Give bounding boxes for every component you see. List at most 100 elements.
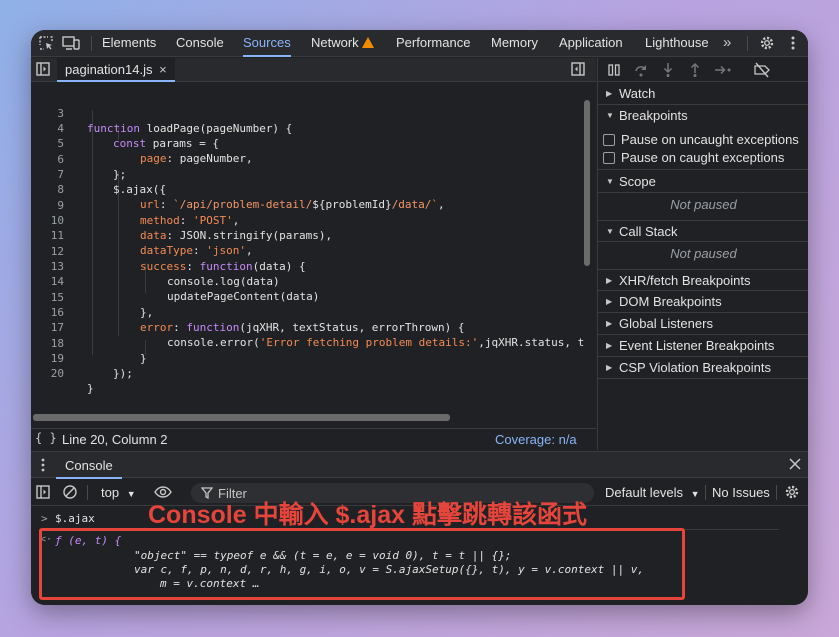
- tab-elements[interactable]: Elements: [102, 30, 156, 57]
- close-tab-icon[interactable]: ×: [159, 62, 167, 77]
- toolbar-divider: [747, 36, 748, 51]
- console-settings-gear-icon[interactable]: [784, 484, 800, 503]
- toggle-navigator-icon[interactable]: [34, 61, 51, 78]
- expand-triangle-icon: ▶: [606, 297, 613, 306]
- tab-console[interactable]: Console: [176, 30, 224, 57]
- code-line: 20 }: [31, 351, 94, 395]
- inspect-element-icon[interactable]: [37, 35, 54, 52]
- device-toolbar-icon[interactable]: [62, 35, 80, 52]
- editor-status-bar: { } Line 20, Column 2 Coverage: n/a: [31, 428, 596, 450]
- drawer-menu-icon[interactable]: [37, 457, 49, 476]
- code-line: 11 dataType: 'json',: [31, 213, 253, 257]
- section-label: Global Listeners: [619, 316, 713, 331]
- editor-vertical-scrollbar[interactable]: [584, 100, 590, 266]
- scope-section-header[interactable]: ▼ Scope: [598, 171, 808, 193]
- drawer-header: Console: [31, 451, 808, 479]
- debugger-sidebar: ▶ Watch ▼ Breakpoints Pause on uncaught ex…: [597, 58, 808, 450]
- close-drawer-icon[interactable]: [788, 457, 802, 474]
- settings-gear-icon[interactable]: [758, 35, 775, 52]
- code-line: 18 }: [31, 321, 147, 365]
- expand-triangle-icon: ▶: [606, 319, 613, 328]
- tab-memory[interactable]: Memory: [491, 30, 538, 57]
- code-line: 8 url: `/api/problem-detail/${problemId}…: [31, 167, 444, 211]
- code-text: error: function(jqXHR, textStatus, error…: [140, 321, 465, 334]
- show-sidebar-icon[interactable]: [35, 484, 51, 503]
- code-text: updatePageContent(data): [167, 290, 320, 303]
- xhr-breakpoints-header[interactable]: ▶ XHR/fetch Breakpoints: [598, 269, 808, 291]
- dropdown-arrow-icon: ▼: [690, 489, 700, 499]
- code-line: 16 error: function(jqXHR, textStatus, er…: [31, 290, 465, 334]
- pause-resume-icon[interactable]: [606, 62, 622, 81]
- call-stack-section-header[interactable]: ▼ Call Stack: [598, 220, 808, 242]
- indent-guide: [92, 110, 93, 355]
- watch-section-header[interactable]: ▶ Watch: [598, 83, 808, 105]
- breakpoints-section-header[interactable]: ▼ Breakpoints: [598, 105, 808, 127]
- expand-triangle-icon: ▶: [606, 363, 613, 372]
- console-input-echo: $.ajax: [55, 512, 95, 525]
- code-line: 9 method: 'POST',: [31, 183, 239, 227]
- more-tabs-icon[interactable]: »: [723, 30, 731, 57]
- code-text: page: pageNumber,: [140, 152, 253, 165]
- tab-application[interactable]: Application: [559, 30, 623, 57]
- file-tab-label: pagination14.js: [65, 62, 153, 77]
- deactivate-breakpoints-icon[interactable]: [753, 62, 771, 81]
- drawer-tab-console[interactable]: Console: [56, 452, 122, 479]
- file-tab-pagination14[interactable]: pagination14.js ×: [57, 58, 175, 82]
- code-text: dataType: 'json',: [140, 244, 253, 257]
- checkbox[interactable]: [603, 152, 615, 164]
- section-label: Watch: [619, 86, 656, 101]
- scope-not-paused: Not paused: [670, 197, 737, 212]
- code-text: url: `/api/problem-detail/${problemId}/d…: [140, 198, 445, 211]
- section-label: Event Listener Breakpoints: [619, 338, 775, 353]
- editor-horizontal-scrollbar[interactable]: [33, 414, 450, 421]
- step-out-icon[interactable]: [687, 62, 703, 81]
- section-label: CSP Violation Breakpoints: [619, 360, 772, 375]
- code-line: 13 console.log(data): [31, 244, 280, 288]
- tab-sources[interactable]: Sources: [243, 30, 291, 57]
- toolbar-divider: [776, 485, 777, 500]
- pretty-print-icon[interactable]: { }: [35, 431, 57, 445]
- section-label: XHR/fetch Breakpoints: [619, 273, 751, 288]
- section-label: Breakpoints: [619, 108, 688, 123]
- checkbox-label: Pause on caught exceptions: [621, 150, 785, 165]
- code-line: 12 success: function(data) {: [31, 229, 306, 273]
- code-text: const params = {: [113, 137, 219, 150]
- step-icon[interactable]: [713, 62, 733, 81]
- pause-caught-option[interactable]: Pause on caught exceptions: [598, 147, 808, 170]
- warning-icon: [361, 37, 374, 48]
- csp-violation-breakpoints-header[interactable]: ▶ CSP Violation Breakpoints: [598, 357, 808, 379]
- section-label: Scope: [619, 174, 656, 189]
- code-line: 15 },: [31, 275, 154, 319]
- code-text: function loadPage(pageNumber) {: [87, 122, 293, 135]
- tab-lighthouse[interactable]: Lighthouse: [645, 30, 709, 57]
- issues-counter[interactable]: No Issues: [712, 485, 770, 500]
- toolbar-divider: [91, 36, 92, 51]
- clear-console-icon[interactable]: [62, 484, 78, 503]
- log-levels-dropdown[interactable]: Default levels ▼: [605, 485, 700, 500]
- code-line: 6 };: [31, 137, 126, 181]
- code-text: });: [113, 367, 133, 380]
- checkbox[interactable]: [603, 134, 615, 146]
- coverage-status[interactable]: Coverage: n/a: [495, 432, 577, 447]
- step-over-icon[interactable]: [633, 62, 649, 81]
- code-editor[interactable]: 3 function loadPage(pageNumber) { 4 cons…: [31, 83, 584, 413]
- collapse-triangle-icon: ▼: [606, 227, 614, 236]
- input-prompt-icon: >: [41, 512, 48, 525]
- dropdown-arrow-icon: ▼: [126, 489, 136, 499]
- code-line: 4 const params = {: [31, 106, 219, 150]
- code-text: },: [140, 306, 154, 319]
- dom-breakpoints-header[interactable]: ▶ DOM Breakpoints: [598, 291, 808, 313]
- tab-network[interactable]: Network: [311, 30, 374, 57]
- toggle-debugger-icon[interactable]: [569, 61, 586, 78]
- tab-performance[interactable]: Performance: [396, 30, 470, 57]
- context-label: top: [101, 485, 120, 500]
- step-into-icon[interactable]: [660, 62, 676, 81]
- context-selector[interactable]: top ▼: [101, 485, 136, 500]
- line-number: 20: [50, 367, 64, 380]
- global-listeners-header[interactable]: ▶ Global Listeners: [598, 313, 808, 335]
- annotation-caption: Console 中輸入 $.ajax 點擊跳轉該函式: [148, 501, 587, 529]
- log-levels-label: Default levels: [605, 485, 684, 500]
- expand-triangle-icon: ▶: [606, 341, 613, 350]
- more-options-icon[interactable]: [784, 35, 801, 52]
- event-listener-breakpoints-header[interactable]: ▶ Event Listener Breakpoints: [598, 335, 808, 357]
